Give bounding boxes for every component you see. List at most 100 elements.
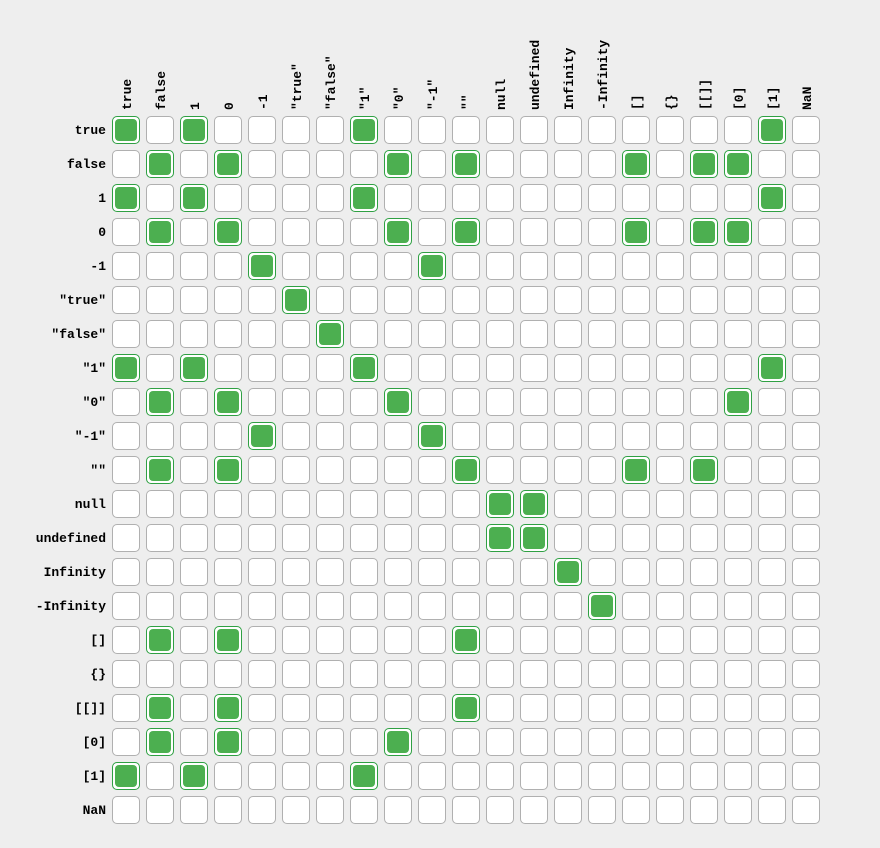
cell-false (214, 252, 242, 280)
cell-false (758, 626, 786, 654)
matrix-cell (452, 658, 484, 690)
row-header: [0] (12, 726, 110, 758)
cell-false (486, 354, 514, 382)
cell-false (520, 218, 548, 246)
cell-false (248, 592, 276, 620)
matrix-cell (622, 522, 654, 554)
matrix-cell (316, 148, 348, 180)
cell-false (656, 116, 684, 144)
matrix-cell (418, 250, 450, 282)
cell-false (486, 660, 514, 688)
cell-false (486, 728, 514, 756)
table-row: "-1" (12, 420, 824, 452)
cell-false (282, 422, 310, 450)
matrix-cell (112, 454, 144, 486)
cell-true (588, 592, 616, 620)
matrix-cell (350, 114, 382, 146)
cell-false (690, 388, 718, 416)
matrix-cell (554, 216, 586, 248)
cell-false (214, 354, 242, 382)
cell-false (520, 286, 548, 314)
table-row: 1 (12, 182, 824, 214)
matrix-cell (418, 522, 450, 554)
cell-false (792, 354, 820, 382)
cell-false (758, 796, 786, 824)
matrix-cell (418, 726, 450, 758)
cell-false (758, 694, 786, 722)
cell-false (656, 422, 684, 450)
cell-false (588, 524, 616, 552)
matrix-cell (622, 114, 654, 146)
matrix-cell (248, 420, 280, 452)
matrix-cell (486, 624, 518, 656)
cell-true (146, 626, 174, 654)
matrix-cell (690, 692, 722, 724)
cell-false (486, 184, 514, 212)
cell-true (452, 150, 480, 178)
matrix-cell (146, 556, 178, 588)
cell-false (486, 456, 514, 484)
cell-false (384, 320, 412, 348)
matrix-cell (690, 590, 722, 622)
matrix-cell (214, 590, 246, 622)
cell-false (112, 320, 140, 348)
cell-false (452, 354, 480, 382)
col-header-label: [] (624, 82, 652, 114)
cell-false (350, 728, 378, 756)
cell-false (146, 422, 174, 450)
table-row: "false" (12, 318, 824, 350)
matrix-cell (520, 114, 552, 146)
cell-false (486, 558, 514, 586)
table-row: NaN (12, 794, 824, 826)
matrix-cell (180, 352, 212, 384)
cell-false (656, 626, 684, 654)
matrix-cell (622, 386, 654, 418)
cell-false (792, 694, 820, 722)
table-row: undefined (12, 522, 824, 554)
cell-false (554, 626, 582, 654)
matrix-cell (690, 386, 722, 418)
cell-false (622, 388, 650, 416)
matrix-cell (520, 352, 552, 384)
matrix-cell (384, 556, 416, 588)
matrix-cell (282, 318, 314, 350)
cell-false (656, 388, 684, 416)
cell-false (690, 184, 718, 212)
matrix-cell (452, 488, 484, 520)
matrix-cell (180, 454, 212, 486)
matrix-cell (350, 794, 382, 826)
matrix-cell (146, 182, 178, 214)
col-header: [1] (758, 22, 790, 112)
matrix-cell (588, 284, 620, 316)
matrix-cell (690, 556, 722, 588)
matrix-cell (248, 148, 280, 180)
cell-false (724, 286, 752, 314)
cell-false (690, 796, 718, 824)
col-header-label: "" (454, 82, 482, 114)
cell-true (146, 388, 174, 416)
cell-false (724, 626, 752, 654)
matrix-cell (724, 250, 756, 282)
cell-true (724, 388, 752, 416)
matrix-cell (724, 726, 756, 758)
matrix-cell (452, 352, 484, 384)
matrix-cell (486, 454, 518, 486)
matrix-cell (724, 794, 756, 826)
matrix-cell (758, 454, 790, 486)
matrix-cell (384, 318, 416, 350)
row-header: {} (12, 658, 110, 690)
matrix-cell (622, 420, 654, 452)
matrix-cell (792, 692, 824, 724)
matrix-cell (112, 318, 144, 350)
matrix-cell (418, 454, 450, 486)
matrix-cell (452, 760, 484, 792)
cell-false (384, 252, 412, 280)
matrix-cell (384, 760, 416, 792)
col-header: 0 (214, 22, 246, 112)
cell-false (452, 116, 480, 144)
row-header: -1 (12, 250, 110, 282)
cell-false (792, 626, 820, 654)
matrix-cell (520, 318, 552, 350)
cell-false (554, 524, 582, 552)
cell-false (112, 252, 140, 280)
